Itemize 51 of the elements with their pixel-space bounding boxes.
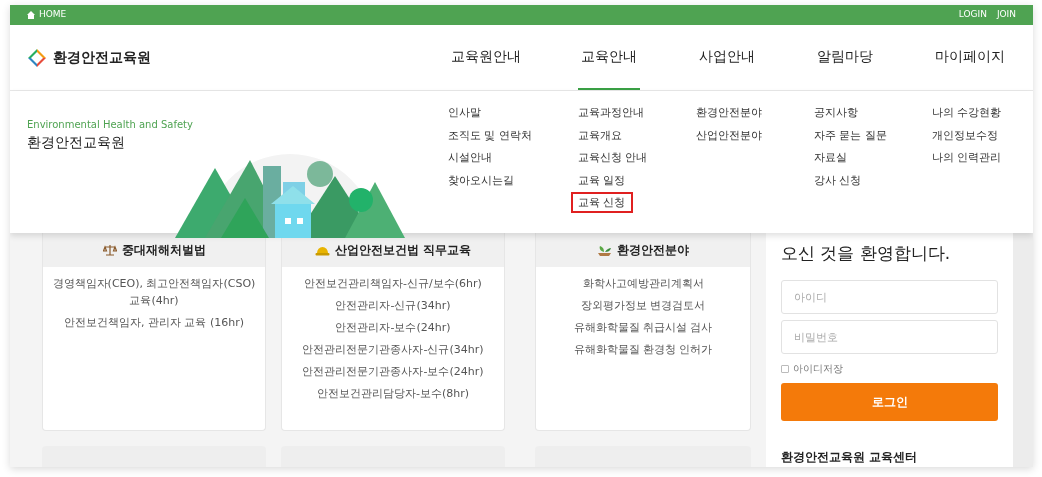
helmet-icon (314, 244, 330, 256)
submenu-item[interactable]: 인사말 (441, 102, 488, 123)
submenu-item[interactable]: 자주 묻는 질문 (807, 124, 894, 146)
course-link[interactable]: 안전관리자-보수(24hr) (335, 319, 451, 336)
nav-tab[interactable]: 마이페이지 (932, 25, 1008, 90)
course-link[interactable]: 안전보건책임자, 관리자 교육 (16hr) (63, 314, 245, 331)
course-link[interactable]: 안전보건관리책임자-신규/보수(6hr) (304, 275, 482, 292)
submenu-item[interactable]: 교육 신청 (571, 192, 633, 213)
submenu-item[interactable]: 나의 인력관리 (925, 147, 1009, 168)
menu-subtitle: Environmental Health and Safety (27, 118, 194, 132)
menu-title: 환경안전교육원 (27, 133, 126, 152)
plant-icon (597, 243, 612, 257)
course-link[interactable]: 경영책임자(CEO), 최고안전책임자(CSO) 교육(4hr) (51, 275, 257, 309)
card-title: 중대재해처벌법 (121, 242, 206, 259)
password-field[interactable]: 비밀번호 (781, 320, 998, 354)
course-link[interactable]: 유해화학물질 취급시설 검사 (573, 319, 713, 336)
submenu-item[interactable]: 찾아오시는길 (441, 169, 521, 191)
submenu-item[interactable]: 교육 일정 (571, 169, 633, 191)
submenu-item[interactable]: 산업안전분야 (689, 124, 769, 146)
submenu-item[interactable]: 조직도 및 연락처 (441, 124, 539, 146)
submenu-item[interactable]: 교육신청 안내 (571, 147, 655, 168)
submenu-item[interactable]: 자료실 (807, 147, 854, 168)
submenu-item[interactable]: 개인정보수정 (925, 124, 1005, 146)
scales-icon (102, 243, 117, 257)
remember-checkbox[interactable] (781, 364, 789, 373)
home-icon (27, 11, 35, 19)
nav-tab[interactable]: 사업안내 (696, 25, 758, 90)
card-title: 환경안전분야 (617, 242, 689, 259)
card-title: 산업안전보건법 직무교육 (334, 242, 472, 259)
course-link[interactable]: 안전관리전문기관종사자-신규(34hr) (302, 341, 484, 358)
course-link[interactable]: 안전보건관리담당자-보수(8hr) (316, 385, 469, 402)
center-title: 환경안전교육원 교육센터 (781, 449, 919, 466)
submenu-item[interactable]: 공지사항 (807, 102, 865, 123)
logo-text: 환경안전교육원 (53, 48, 151, 67)
submenu-item[interactable]: 시설안내 (441, 147, 499, 168)
logo-icon (27, 47, 47, 68)
course-link[interactable]: 안전관리전문기관종사자-보수(24hr) (302, 363, 484, 380)
nav-tab[interactable]: 교육원안내 (448, 25, 524, 90)
nav-tab[interactable]: 알림마당 (814, 25, 876, 90)
submenu-item[interactable]: 교육개요 (571, 124, 629, 146)
submenu-item[interactable]: 환경안전분야 (689, 102, 769, 123)
submenu-item[interactable]: 강사 신청 (807, 169, 869, 191)
submenu-item[interactable]: 나의 수강현황 (925, 102, 1009, 123)
course-link[interactable]: 유해화학물질 환경청 인허가 (573, 341, 713, 358)
welcome-text: 오신 것을 환영합니다. (781, 242, 952, 265)
submenu-item[interactable]: 교육과정안내 (571, 102, 651, 123)
course-link[interactable]: 안전관리자-신규(34hr) (335, 297, 451, 314)
id-field[interactable]: 아이디 (781, 280, 998, 314)
course-link[interactable]: 장외평가정보 변경검토서 (580, 297, 706, 314)
remember-label: 아이디저장 (793, 362, 843, 376)
course-link[interactable]: 화학사고예방관리계획서 (582, 275, 704, 292)
